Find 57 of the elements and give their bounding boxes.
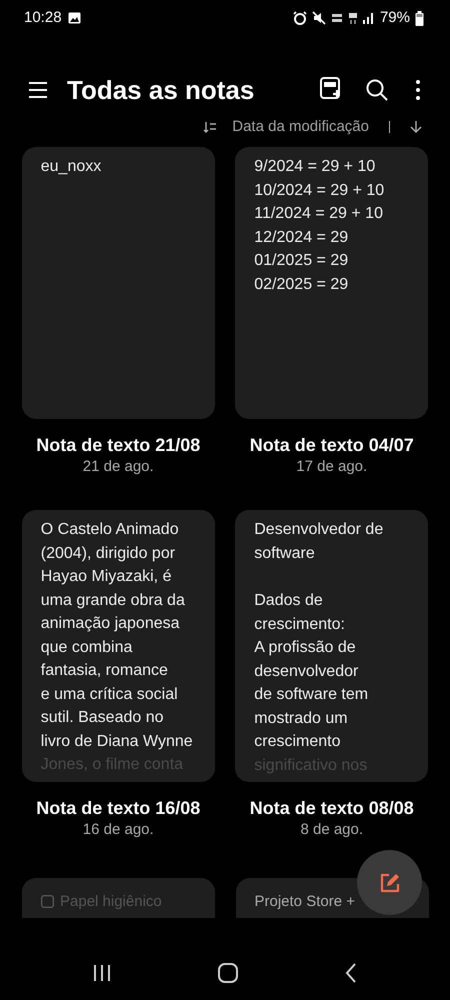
note-card[interactable]: eu_noxx bbox=[22, 147, 215, 419]
note-preview-line: mostrado um bbox=[254, 708, 349, 728]
note-preview-line: 9/2024 = 29 + 10 bbox=[254, 157, 376, 177]
note-card[interactable]: 9/2024 = 29 + 10 10/2024 = 29 + 10 11/2024 = 29 + 10 12/2024 = 29 01/2025 = 29 02/2025 = 29 bbox=[235, 147, 428, 419]
note-preview-line: Projeto Store + bbox=[254, 892, 355, 912]
note-title: Nota de texto 16/08 bbox=[36, 797, 200, 820]
note-preview-line: e uma crítica social bbox=[40, 684, 179, 704]
note-preview-line: O Castelo Animado bbox=[40, 520, 180, 540]
note-preview-line: 01/2025 = 29 bbox=[254, 251, 350, 271]
battery-icon bbox=[415, 10, 424, 26]
note-title: Nota de texto 08/08 bbox=[250, 797, 414, 820]
note-title: Nota de texto 04/07 bbox=[250, 434, 414, 457]
signal-icon bbox=[362, 12, 375, 24]
note-date: 16 de ago. bbox=[82, 820, 154, 840]
clock-time: 10:28 bbox=[24, 8, 62, 28]
note-preview-line: livro de Diana Wynne bbox=[40, 732, 194, 752]
note-preview-line: 10/2024 = 29 + 10 bbox=[254, 180, 386, 200]
note-preview-line: que combina bbox=[40, 638, 134, 658]
note-preview-line: Dados de bbox=[254, 591, 324, 611]
note-preview-line: animação japonesa bbox=[40, 614, 181, 634]
image-icon bbox=[68, 12, 81, 24]
search-icon[interactable] bbox=[366, 79, 388, 101]
mute-icon bbox=[312, 11, 326, 25]
note-preview-line: Hayao Miyazaki, é bbox=[40, 567, 172, 587]
edit-icon bbox=[378, 872, 400, 894]
note-date: 21 de ago. bbox=[82, 457, 154, 477]
recent-apps-icon[interactable] bbox=[93, 964, 112, 982]
sort-option-button[interactable]: Data da modificação bbox=[232, 116, 369, 138]
note-preview-line: Desenvolvedor de bbox=[254, 520, 384, 540]
menu-icon[interactable] bbox=[28, 81, 48, 99]
checkbox-icon bbox=[41, 895, 54, 908]
note-preview-line: 02/2025 = 29 bbox=[254, 274, 350, 294]
note-preview-line: 11/2024 = 29 + 10 bbox=[254, 204, 384, 224]
note-preview-line: 12/2024 = 29 bbox=[254, 228, 350, 248]
note-preview-line: sutil. Baseado no bbox=[40, 708, 164, 728]
note-preview-line: A profissão de bbox=[254, 638, 357, 658]
note-preview-line: desenvolvedor bbox=[254, 662, 360, 682]
home-icon[interactable] bbox=[218, 962, 238, 982]
sort-direction-icon[interactable] bbox=[410, 120, 422, 134]
note-preview-line: fantasia, romance bbox=[40, 661, 169, 681]
battery-percent: 79% bbox=[380, 8, 410, 28]
note-card[interactable] bbox=[22, 510, 215, 782]
note-preview-line: crescimento: bbox=[254, 614, 346, 634]
alarm-icon bbox=[292, 11, 307, 25]
note-preview-line: (2004), dirigido por bbox=[40, 544, 176, 564]
note-title: Nota de texto 21/08 bbox=[36, 434, 200, 457]
back-icon[interactable] bbox=[344, 962, 357, 982]
note-preview-line: software bbox=[254, 544, 316, 564]
more-options-icon[interactable] bbox=[416, 80, 420, 100]
note-preview-line: de software tem bbox=[254, 685, 370, 705]
sort-icon bbox=[203, 121, 218, 133]
note-date: 17 de ago. bbox=[296, 457, 368, 477]
note-preview-line: crescimento bbox=[254, 732, 342, 752]
note-date: 8 de ago. bbox=[300, 820, 364, 840]
page-title: Todas as notas bbox=[67, 74, 256, 106]
note-preview-line: eu_noxx bbox=[40, 157, 102, 177]
note-preview-line: uma grande obra da bbox=[40, 590, 186, 610]
